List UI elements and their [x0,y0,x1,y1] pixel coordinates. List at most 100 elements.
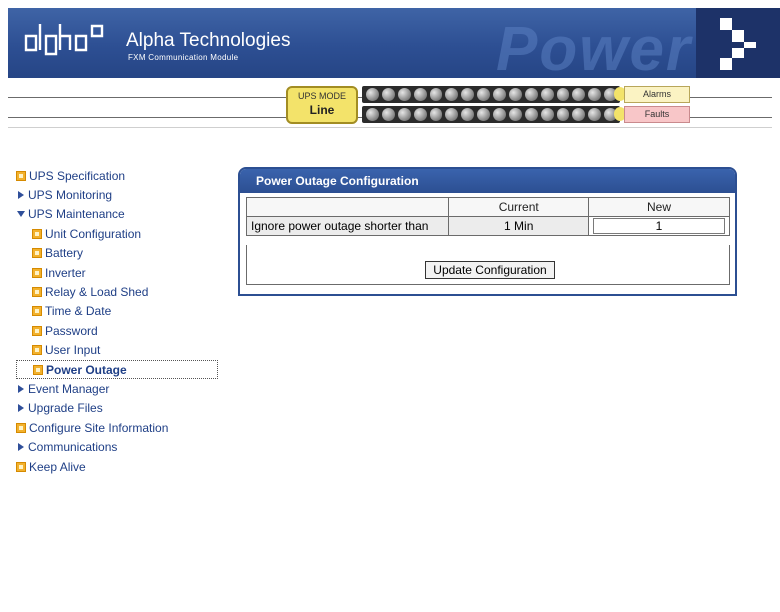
sidebar-item-label: Keep Alive [29,459,86,474]
header-new: New [588,197,730,217]
status-led-icon [445,108,459,121]
status-led-icon [493,108,506,121]
sidebar-item-label: Time & Date [45,304,112,319]
faults-indicator[interactable]: Faults [624,106,690,123]
button-row: Update Configuration [246,245,730,285]
sidebar-item-event-manager[interactable]: Event Manager [16,379,218,398]
sidebar-item-label: Relay & Load Shed [45,285,149,300]
sidebar-item-ups-specification[interactable]: UPS Specification [16,166,218,185]
status-led-icon [556,88,570,101]
status-led-icon [381,108,395,121]
doc-icon [32,345,42,356]
alarm-led-row [362,86,626,103]
status-led-icon [588,88,602,101]
status-led-icon [524,88,538,101]
sidebar-nav: UPS Specification UPS Monitoring UPS Mai… [16,166,218,476]
sidebar-item-label: Power Outage [46,362,127,377]
status-led-icon [588,108,602,121]
panel-title: Power Outage Configuration [240,169,735,193]
expand-arrow-icon [18,404,24,413]
doc-icon [32,287,42,298]
table-row: Ignore power outage shorter than 1 Min [245,216,730,236]
sidebar-item-label: Inverter [45,265,86,280]
status-led-icon [429,88,443,101]
sidebar-item-communications[interactable]: Communications [16,437,218,456]
setting-label: Ignore power outage shorter than [245,216,450,236]
status-led-icon [556,108,570,121]
status-led-icon [366,108,379,121]
status-led-icon [540,88,554,101]
status-led-icon [397,108,411,121]
header-banner: Power Alpha Technologies FXM Communicati… [8,8,696,78]
header-current: Current [448,197,589,217]
new-value-input[interactable] [593,218,725,234]
content-divider [8,127,772,128]
sidebar-item-relay-load-shed[interactable]: Relay & Load Shed [16,282,218,301]
sidebar-item-label: Upgrade Files [28,401,103,416]
sidebar-item-label: UPS Maintenance [28,207,125,222]
ups-mode-value: Line [309,103,335,117]
doc-icon [16,422,26,433]
alarms-indicator[interactable]: Alarms [624,86,690,103]
sidebar-item-password[interactable]: Password [16,321,218,340]
new-value-cell [588,216,730,236]
status-led-icon [413,88,427,101]
brand-title: Alpha Technologies [126,30,291,51]
sidebar-item-label: Communications [28,440,118,455]
expand-arrow-icon [18,384,24,393]
status-led-icon [461,88,475,101]
doc-icon [32,228,42,239]
sidebar-item-power-outage[interactable]: Power Outage [16,359,218,380]
brand-subtitle: FXM Communication Module [128,53,239,62]
status-led-icon [366,88,379,101]
sidebar-item-user-input[interactable]: User Input [16,341,218,360]
status-led-icon [381,88,395,101]
header-watermark: Power [496,15,693,78]
sidebar-item-label: Event Manager [28,381,110,396]
sidebar-item-label: Configure Site Information [29,420,169,435]
ups-mode-indicator: UPS MODE Line [286,86,358,124]
sidebar-item-label: Unit Configuration [45,226,142,241]
status-led-icon [445,88,459,101]
sidebar-item-configure-site-information[interactable]: Configure Site Information [16,418,218,437]
doc-icon [16,461,26,472]
doc-icon [32,325,42,336]
status-led-icon [413,108,427,121]
sidebar-item-upgrade-files[interactable]: Upgrade Files [16,399,218,418]
status-led-icon [508,88,522,101]
update-configuration-button[interactable]: Update Configuration [425,261,555,279]
doc-icon [16,170,26,181]
status-led-icon [572,108,586,121]
fault-led-row [362,106,626,123]
status-led-icon [493,88,506,101]
collapse-arrow-icon [17,211,25,218]
sidebar-item-time-date[interactable]: Time & Date [16,302,218,321]
status-led-icon [397,88,411,101]
sidebar-item-unit-configuration[interactable]: Unit Configuration [16,224,218,243]
sidebar-item-keep-alive[interactable]: Keep Alive [16,457,218,476]
status-led-icon [461,108,475,121]
sidebar-item-ups-maintenance[interactable]: UPS Maintenance [16,205,218,224]
status-led-icon [572,88,586,101]
doc-icon [32,267,42,278]
status-led-icon [540,108,554,121]
status-led-icon [524,108,538,121]
chevron-right-icon [720,18,756,70]
status-led-icon [477,88,490,101]
doc-icon [33,364,43,375]
sidebar-item-label: UPS Specification [29,168,126,183]
alpha-logo-icon [24,24,104,56]
power-outage-config-panel: Power Outage Configuration Current New I… [238,167,737,296]
sidebar-item-label: User Input [45,343,101,358]
header-blank [245,197,450,217]
expand-arrow-icon [18,443,24,452]
status-led-icon [477,108,490,121]
doc-icon [32,306,42,317]
sidebar-item-label: Battery [45,246,84,261]
config-table: Current New Ignore power outage shorter … [245,197,730,236]
table-header-row: Current New [245,197,730,217]
sidebar-item-inverter[interactable]: Inverter [16,263,218,282]
sidebar-item-ups-monitoring[interactable]: UPS Monitoring [16,185,218,204]
sidebar-item-label: Password [45,323,98,338]
sidebar-item-battery[interactable]: Battery [16,244,218,263]
